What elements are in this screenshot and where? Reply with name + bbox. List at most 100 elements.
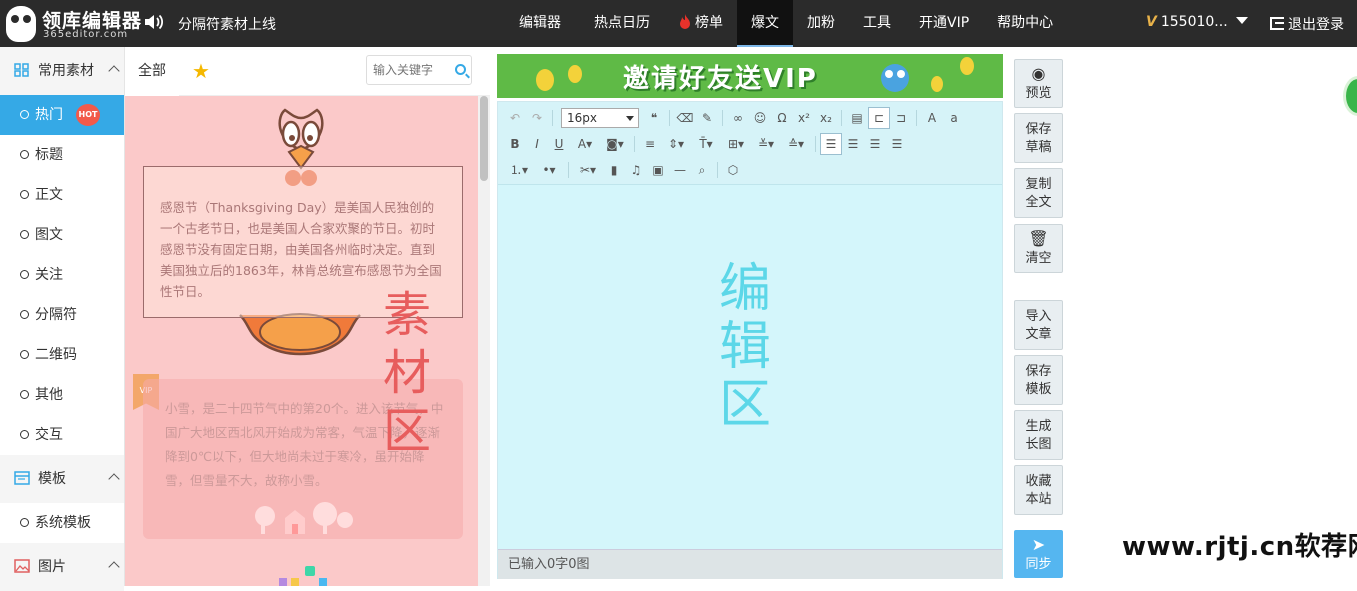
emoji-icon[interactable]: ☺ bbox=[749, 107, 771, 129]
user-menu[interactable]: V 155010... bbox=[1146, 14, 1248, 30]
edit-zone-label: 编辑区 bbox=[718, 259, 771, 435]
sidebar-item-image-text[interactable]: 图文 bbox=[0, 215, 124, 255]
section-common-material[interactable]: 常用素材 bbox=[0, 47, 124, 95]
nav-ranking-label: 榜单 bbox=[695, 15, 723, 31]
paragraph-top-icon[interactable]: ≚▾ bbox=[751, 133, 781, 155]
indent-right-icon[interactable]: ⊐ bbox=[890, 107, 912, 129]
sync-button[interactable]: ➤ 同步 bbox=[1014, 530, 1063, 578]
tab-all[interactable]: 全部 bbox=[125, 47, 179, 96]
invite-banner[interactable]: 邀请好友送VIP bbox=[497, 54, 1003, 98]
unordered-list-icon[interactable]: •▾ bbox=[534, 159, 564, 181]
sidebar-item-interaction[interactable]: 交互 bbox=[0, 415, 124, 455]
sidebar-item-system-template[interactable]: 系统模板 bbox=[0, 503, 124, 543]
align-center-icon[interactable]: ☰ bbox=[842, 133, 864, 155]
align-full-icon[interactable]: ☰ bbox=[886, 133, 908, 155]
section-image[interactable]: 图片 bbox=[0, 543, 124, 591]
toolbar-separator bbox=[722, 110, 723, 126]
html-source-icon[interactable]: ⬡ bbox=[722, 159, 744, 181]
ordered-list-icon[interactable]: ⒈▾ bbox=[504, 159, 534, 181]
sidebar-item-body[interactable]: 正文 bbox=[0, 175, 124, 215]
logo[interactable]: 领库编辑器 365editor.com bbox=[6, 4, 141, 44]
section-template[interactable]: 模板 bbox=[0, 455, 124, 503]
speaker-icon[interactable] bbox=[143, 12, 165, 32]
scroll-thumb[interactable] bbox=[480, 96, 488, 181]
clear-button[interactable]: 🗑 清空 bbox=[1014, 224, 1063, 273]
sidebar-item-label: 二维码 bbox=[35, 347, 77, 363]
generate-long-image-button[interactable]: 生成长图 bbox=[1014, 410, 1063, 460]
format-brush-icon[interactable]: ✎ bbox=[696, 107, 718, 129]
nav-help-center[interactable]: 帮助中心 bbox=[983, 0, 1067, 47]
tools-icon[interactable]: ✂▾ bbox=[573, 159, 603, 181]
logout-label: 退出登录 bbox=[1288, 17, 1344, 33]
italic-icon[interactable]: I bbox=[526, 133, 548, 155]
table-icon[interactable]: ⊞▾ bbox=[721, 133, 751, 155]
material-scrollbar[interactable] bbox=[478, 96, 490, 586]
nav-tools[interactable]: 工具 bbox=[849, 0, 905, 47]
bookmark-site-button[interactable]: 收藏本站 bbox=[1014, 465, 1063, 515]
align-left-icon[interactable]: ☰ bbox=[820, 133, 842, 155]
music-icon[interactable]: ♫ bbox=[625, 159, 647, 181]
banner-text: 邀请好友送VIP bbox=[623, 64, 818, 94]
nav-viral-articles[interactable]: 爆文 bbox=[737, 0, 793, 47]
search-icon[interactable] bbox=[455, 64, 466, 75]
material-list[interactable]: 感恩节（Thanksgiving Day）是美国人民独创的一个古老节日，也是美国… bbox=[125, 96, 478, 586]
background-color-icon[interactable]: ◙▾ bbox=[600, 133, 630, 155]
undo-icon[interactable]: ↶ bbox=[504, 107, 526, 129]
horizontal-rule-icon[interactable]: — bbox=[669, 159, 691, 181]
edit-area[interactable]: 编辑区 bbox=[498, 186, 1002, 547]
page-break-icon[interactable]: ▮ bbox=[603, 159, 625, 181]
font-a-icon[interactable]: A bbox=[921, 107, 943, 129]
sidebar-item-divider[interactable]: 分隔符 bbox=[0, 295, 124, 335]
underline-icon[interactable]: U bbox=[548, 133, 570, 155]
notice-text[interactable]: 分隔符素材上线 bbox=[178, 14, 276, 34]
subscript-icon[interactable]: x₂ bbox=[815, 107, 837, 129]
action-label: 导入文章 bbox=[1025, 309, 1052, 342]
blockquote-icon[interactable]: ❝ bbox=[643, 107, 665, 129]
superscript-icon[interactable]: x² bbox=[793, 107, 815, 129]
sidebar-item-other[interactable]: 其他 bbox=[0, 375, 124, 415]
nav-open-vip[interactable]: 开通VIP bbox=[905, 0, 983, 47]
align-justify-icon[interactable]: ≡ bbox=[639, 133, 661, 155]
link-icon[interactable]: ∞ bbox=[727, 107, 749, 129]
save-draft-button[interactable]: 保存草稿 bbox=[1014, 113, 1063, 163]
rich-text-editor: ↶ ↷ 16px ❝ ⌫ ✎ ∞ ☺ Ω x² x₂ ▤ ⊏ ⊐ A a B I… bbox=[497, 101, 1003, 579]
sidebar-item-qrcode[interactable]: 二维码 bbox=[0, 335, 124, 375]
font-color-icon[interactable]: A▾ bbox=[570, 133, 600, 155]
letter-spacing-icon[interactable]: T̄▾ bbox=[691, 133, 721, 155]
sidebar-item-follow[interactable]: 关注 bbox=[0, 255, 124, 295]
logout-button[interactable]: 退出登录 bbox=[1270, 14, 1344, 34]
sidebar-item-label: 交互 bbox=[35, 427, 63, 443]
eraser-icon[interactable]: ⌫ bbox=[674, 107, 696, 129]
color-dots-illustration bbox=[279, 566, 327, 586]
paste-plain-icon[interactable]: ▤ bbox=[846, 107, 868, 129]
nav-hot-calendar[interactable]: 热点日历 bbox=[580, 0, 664, 47]
redo-icon[interactable]: ↷ bbox=[526, 107, 548, 129]
preview-button[interactable]: ◉ 预览 bbox=[1014, 59, 1063, 108]
eye-icon: ◉ bbox=[1031, 64, 1046, 83]
bold-icon[interactable]: B bbox=[504, 133, 526, 155]
main-nav: 编辑器 热点日历 榜单 爆文 加粉 工具 开通VIP 帮助中心 bbox=[500, 0, 1067, 47]
indent-left-icon[interactable]: ⊏ bbox=[868, 107, 890, 129]
image-insert-icon[interactable]: ▣ bbox=[647, 159, 669, 181]
paragraph-bottom-icon[interactable]: ≙▾ bbox=[781, 133, 811, 155]
nav-grow-fans[interactable]: 加粉 bbox=[793, 0, 849, 47]
font-size-select[interactable]: 16px bbox=[561, 108, 639, 128]
special-char-icon[interactable]: Ω bbox=[771, 107, 793, 129]
editor-toolbar: ↶ ↷ 16px ❝ ⌫ ✎ ∞ ☺ Ω x² x₂ ▤ ⊏ ⊐ A a B I… bbox=[498, 102, 1002, 185]
import-article-button[interactable]: 导入文章 bbox=[1014, 300, 1063, 350]
align-right-icon[interactable]: ☰ bbox=[864, 133, 886, 155]
image-icon bbox=[14, 559, 30, 573]
nav-ranking[interactable]: 榜单 bbox=[664, 0, 737, 47]
copy-all-button[interactable]: 复制全文 bbox=[1014, 168, 1063, 218]
star-icon[interactable]: ★ bbox=[192, 61, 210, 81]
sidebar-item-title[interactable]: 标题 bbox=[0, 135, 124, 175]
line-height-icon[interactable]: ⇕▾ bbox=[661, 133, 691, 155]
nav-editor[interactable]: 编辑器 bbox=[500, 0, 580, 47]
font-case-icon[interactable]: a bbox=[943, 107, 965, 129]
find-replace-icon[interactable]: ⌕ bbox=[691, 159, 713, 181]
action-label: 保存草稿 bbox=[1025, 122, 1052, 155]
save-template-button[interactable]: 保存模板 bbox=[1014, 355, 1063, 405]
floating-green-button[interactable] bbox=[1343, 76, 1357, 116]
sidebar-item-label: 正文 bbox=[35, 187, 63, 203]
sidebar-item-hot[interactable]: 热门 HOT bbox=[0, 95, 124, 135]
